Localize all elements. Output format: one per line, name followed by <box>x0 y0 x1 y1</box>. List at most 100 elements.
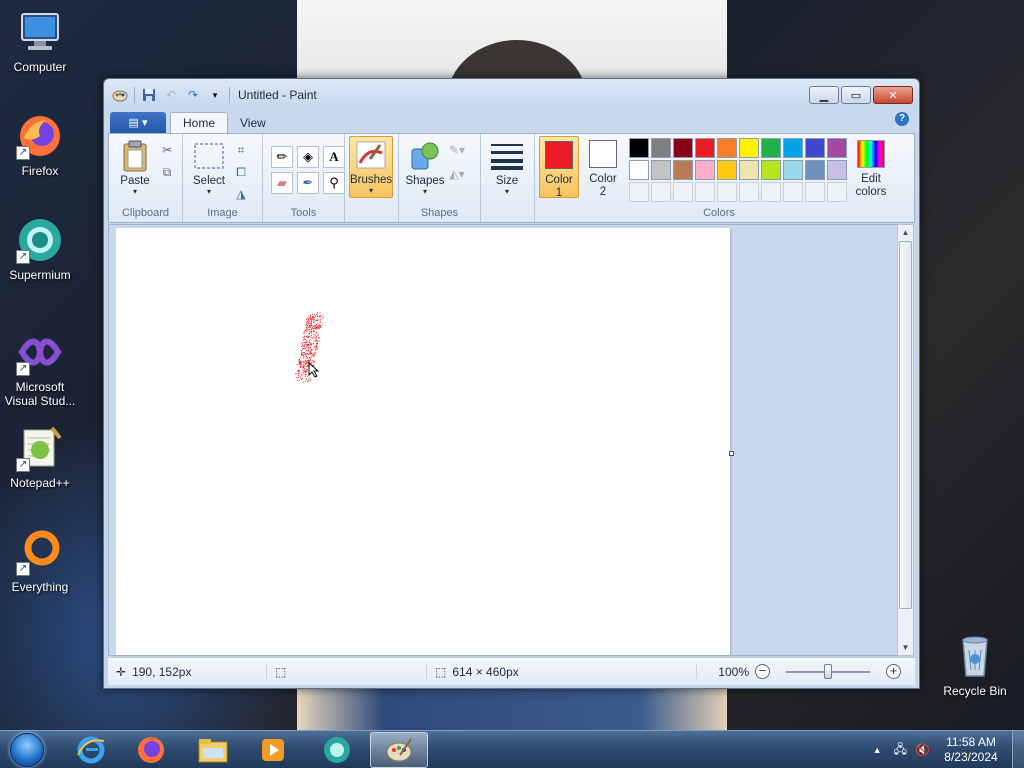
zoom-slider[interactable] <box>786 663 870 679</box>
canvas-resize-handle[interactable] <box>729 451 734 456</box>
magnifier-icon[interactable]: ⚲ <box>323 172 345 194</box>
palette-swatch[interactable] <box>673 160 693 180</box>
copy-icon[interactable]: ⧉ <box>157 162 177 182</box>
color1-button[interactable]: Color 1 <box>539 136 579 199</box>
taskbar-media-player[interactable] <box>244 732 302 768</box>
taskbar-firefox[interactable] <box>122 732 180 768</box>
palette-swatch[interactable] <box>805 182 825 202</box>
select-button[interactable]: Select ▾ <box>187 138 231 204</box>
palette-swatch[interactable] <box>651 138 671 158</box>
scroll-down-icon[interactable]: ▼ <box>898 640 913 655</box>
size-group: Size ▾ <box>481 134 535 222</box>
palette-swatch[interactable] <box>739 160 759 180</box>
color-picker-icon[interactable]: ✒ <box>297 172 319 194</box>
taskbar-paint[interactable] <box>370 732 428 768</box>
taskbar-internet-explorer[interactable] <box>62 732 120 768</box>
desktop-icon-notepadpp[interactable]: ↗ Notepad++ <box>0 424 80 490</box>
fill-icon[interactable]: ◈ <box>297 146 319 168</box>
resize-icon[interactable]: ⧠ <box>231 162 251 182</box>
shapes-button[interactable]: Shapes ▾ <box>403 138 447 196</box>
taskbar-supermium[interactable] <box>308 732 366 768</box>
palette-swatch[interactable] <box>695 160 715 180</box>
desktop-icon-supermium[interactable]: ↗ Supermium <box>0 216 80 282</box>
palette-swatch[interactable] <box>629 138 649 158</box>
desktop-icon-computer[interactable]: Computer <box>0 8 80 74</box>
title-bar[interactable]: ↶ ↷ ▾ Untitled - Paint ▁ ▭ ✕ <box>104 79 919 111</box>
cut-icon[interactable]: ✂ <box>157 140 177 160</box>
taskbar-file-explorer[interactable] <box>184 732 242 768</box>
eraser-icon[interactable]: ▰ <box>271 172 293 194</box>
palette-swatch[interactable] <box>805 160 825 180</box>
selection-size-icon: ⬚ <box>275 664 287 679</box>
zoom-slider-thumb[interactable] <box>824 663 832 679</box>
palette-swatch[interactable] <box>629 160 649 180</box>
close-button[interactable]: ✕ <box>873 86 913 104</box>
crop-icon[interactable]: ⌗ <box>231 140 251 160</box>
palette-swatch[interactable] <box>827 138 847 158</box>
palette-swatch[interactable] <box>761 182 781 202</box>
desktop-icon-recycle-bin[interactable]: Recycle Bin <box>935 632 1015 698</box>
palette-swatch[interactable] <box>629 182 649 202</box>
file-menu-button[interactable]: ▤ ▾ <box>110 112 166 133</box>
clipboard-group-label: Clipboard <box>121 207 170 219</box>
palette-swatch[interactable] <box>695 182 715 202</box>
vertical-scrollbar[interactable]: ▲ ▼ <box>897 224 914 656</box>
network-icon[interactable]: 🖧 <box>894 740 907 761</box>
palette-swatch[interactable] <box>805 138 825 158</box>
brushes-button[interactable]: Brushes ▾ <box>349 136 393 198</box>
shape-fill-icon[interactable]: ◭▾ <box>447 164 467 184</box>
palette-swatch[interactable] <box>673 182 693 202</box>
paint-app-icon[interactable] <box>112 87 128 103</box>
text-icon[interactable]: A <box>323 146 345 168</box>
desktop-icon-firefox[interactable]: ↗ Firefox <box>0 112 80 178</box>
tab-home[interactable]: Home <box>170 112 229 133</box>
palette-swatch[interactable] <box>651 182 671 202</box>
palette-swatch[interactable] <box>827 182 847 202</box>
pencil-icon[interactable]: ✏ <box>271 146 293 168</box>
minimize-button[interactable]: ▁ <box>809 86 839 104</box>
palette-swatch[interactable] <box>651 160 671 180</box>
volume-muted-icon[interactable]: 🔇 <box>915 743 930 757</box>
zoom-in-icon[interactable]: + <box>886 664 901 679</box>
maximize-button[interactable]: ▭ <box>841 86 871 104</box>
palette-swatch[interactable] <box>783 160 803 180</box>
start-button[interactable] <box>5 732 49 768</box>
palette-swatch[interactable] <box>739 182 759 202</box>
show-desktop-button[interactable] <box>1012 731 1024 768</box>
tab-view[interactable]: View <box>228 113 278 133</box>
palette-swatch[interactable] <box>717 160 737 180</box>
scroll-up-icon[interactable]: ▲ <box>898 225 913 240</box>
palette-swatch[interactable] <box>717 182 737 202</box>
zoom-out-icon[interactable]: − <box>755 664 770 679</box>
palette-swatch[interactable] <box>827 160 847 180</box>
brush-icon <box>355 139 387 171</box>
desktop-icon-visual-studio[interactable]: ↗ Microsoft Visual Stud... <box>0 328 80 408</box>
redo-icon[interactable]: ↷ <box>185 87 201 103</box>
palette-swatch[interactable] <box>673 138 693 158</box>
cursor-position: 190, 152px <box>132 664 192 679</box>
desktop-icon-label: Supermium <box>9 268 71 282</box>
drawing-canvas[interactable] <box>116 228 730 655</box>
customize-quick-access-icon[interactable]: ▾ <box>207 87 223 103</box>
outline-icon[interactable]: ✎▾ <box>447 140 467 160</box>
palette-swatch[interactable] <box>695 138 715 158</box>
palette-swatch[interactable] <box>761 160 781 180</box>
palette-swatch[interactable] <box>761 138 781 158</box>
palette-swatch[interactable] <box>739 138 759 158</box>
size-button[interactable]: Size ▾ <box>485 138 529 196</box>
show-hidden-icons-icon[interactable]: ▲ <box>873 745 882 755</box>
rotate-icon[interactable]: ◮ <box>231 184 251 204</box>
help-icon[interactable]: ? <box>895 112 909 126</box>
palette-swatch[interactable] <box>783 182 803 202</box>
clock[interactable]: 11:58 AM 8/23/2024 <box>940 735 1002 765</box>
scroll-thumb[interactable] <box>899 241 912 609</box>
select-dropdown-icon: ▾ <box>206 187 211 196</box>
save-icon[interactable] <box>141 87 157 103</box>
undo-icon[interactable]: ↶ <box>163 87 179 103</box>
shortcut-arrow-icon: ↗ <box>16 146 30 160</box>
palette-swatch[interactable] <box>717 138 737 158</box>
paste-button[interactable]: Paste ▾ <box>113 138 157 196</box>
canvas-area <box>108 224 902 656</box>
palette-swatch[interactable] <box>783 138 803 158</box>
desktop-icon-everything[interactable]: ↗ Everything <box>0 528 80 594</box>
